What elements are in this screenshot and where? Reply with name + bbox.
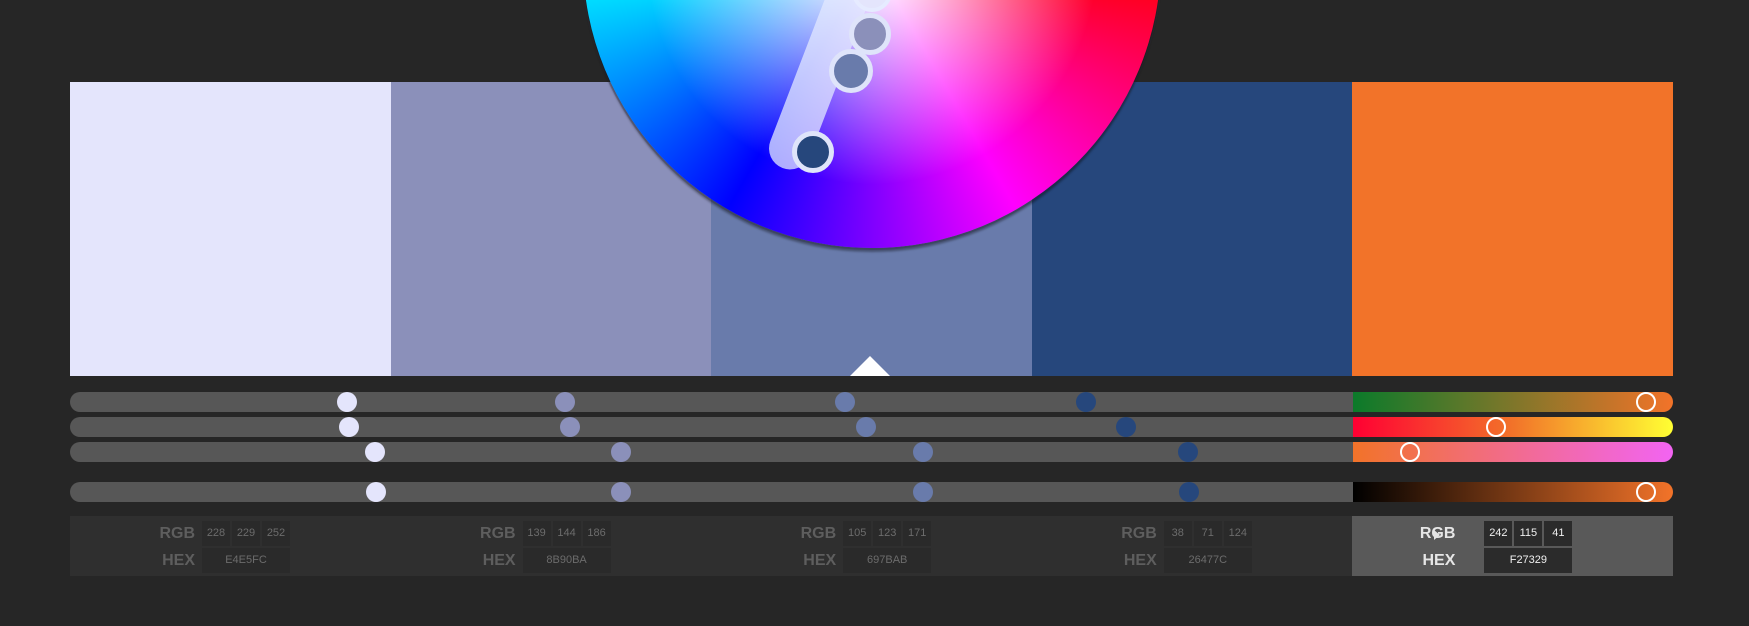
- rgb-label: RGB: [1121, 525, 1157, 542]
- slider-knob-3[interactable]: [913, 442, 933, 462]
- slider-knob-3[interactable]: [856, 417, 876, 437]
- slider-knob-4[interactable]: [1179, 482, 1199, 502]
- slider-knob-3[interactable]: [835, 392, 855, 412]
- color-values-2[interactable]: RGB 139 144 186 HEX 8B90BA: [391, 516, 712, 576]
- rgb-b-field[interactable]: 171: [903, 521, 932, 546]
- rgb-g-field[interactable]: 115: [1514, 521, 1543, 546]
- slider-knob-4[interactable]: [1076, 392, 1096, 412]
- slider-knob-4[interactable]: [1116, 417, 1136, 437]
- slider-knob-4[interactable]: [1178, 442, 1198, 462]
- slider-row-2[interactable]: [70, 417, 1673, 437]
- color-values-4[interactable]: RGB 38 71 124 HEX 26477C: [1032, 516, 1353, 576]
- slider-row-3[interactable]: [70, 442, 1673, 462]
- color-values-5[interactable]: RGB 242 115 41 HEX F27329: [1352, 516, 1673, 576]
- hex-label: HEX: [162, 552, 195, 569]
- slider-knob-5[interactable]: [1636, 482, 1656, 502]
- rgb-r-field[interactable]: 139: [522, 521, 551, 546]
- rgb-label: RGB: [800, 525, 837, 542]
- slider-track: [70, 482, 1353, 502]
- hex-field[interactable]: F27329: [1484, 548, 1573, 573]
- rgb-label: RGB: [159, 525, 195, 542]
- active-slider-track[interactable]: [1353, 417, 1673, 437]
- slider-knob-2[interactable]: [611, 482, 631, 502]
- slider-row-1[interactable]: [70, 392, 1673, 412]
- rgb-b-field[interactable]: 124: [1223, 521, 1252, 546]
- wheel-handle-4[interactable]: [792, 131, 834, 173]
- rgb-r-field[interactable]: 38: [1163, 521, 1192, 546]
- color-values-3[interactable]: RGB 105 123 171 HEX 697BAB: [711, 516, 1032, 576]
- rgb-b-field[interactable]: 252: [262, 521, 290, 546]
- rgb-g-field[interactable]: 144: [552, 521, 581, 546]
- rgb-b-field[interactable]: 41: [1544, 521, 1573, 546]
- rgb-r-field[interactable]: 105: [843, 521, 872, 546]
- base-color-pointer: [850, 356, 890, 376]
- rgb-g-field[interactable]: 71: [1193, 521, 1222, 546]
- swatch-5[interactable]: [1352, 82, 1673, 376]
- slider-knob-1[interactable]: [365, 442, 385, 462]
- rgb-b-field[interactable]: 186: [582, 521, 611, 546]
- hex-field[interactable]: E4E5FC: [202, 548, 290, 573]
- swatch-1[interactable]: [70, 82, 391, 376]
- active-slider-track[interactable]: [1353, 482, 1673, 502]
- slider-knob-2[interactable]: [560, 417, 580, 437]
- color-values-1[interactable]: RGB 228 229 252 HEX E4E5FC: [70, 516, 391, 576]
- slider-knob-1[interactable]: [366, 482, 386, 502]
- slider-knob-3[interactable]: [913, 482, 933, 502]
- slider-knob-5[interactable]: [1400, 442, 1420, 462]
- slider-knob-1[interactable]: [337, 392, 357, 412]
- rgb-label: RGB: [1419, 525, 1456, 542]
- slider-knob-5[interactable]: [1636, 392, 1656, 412]
- slider-track: [70, 442, 1353, 462]
- rgb-r-field[interactable]: 228: [202, 521, 230, 546]
- rgb-g-field[interactable]: 123: [873, 521, 902, 546]
- slider-track: [70, 392, 1353, 412]
- slider-row-4[interactable]: [70, 482, 1673, 502]
- hex-label: HEX: [1422, 552, 1456, 569]
- slider-track: [70, 417, 1353, 437]
- hex-label: HEX: [803, 552, 837, 569]
- rgb-label: RGB: [480, 525, 516, 542]
- slider-knob-5[interactable]: [1486, 417, 1506, 437]
- hex-field[interactable]: 26477C: [1163, 548, 1252, 573]
- hex-field[interactable]: 697BAB: [843, 548, 932, 573]
- color-values-panel: RGB 228 229 252 HEX E4E5FC RGB 139 144 1…: [70, 516, 1673, 576]
- hex-label: HEX: [482, 552, 516, 569]
- slider-knob-2[interactable]: [555, 392, 575, 412]
- rgb-g-field[interactable]: 229: [232, 521, 260, 546]
- rgb-r-field[interactable]: 242: [1484, 521, 1513, 546]
- color-mode-caret-icon[interactable]: [1434, 530, 1440, 540]
- active-slider-track[interactable]: [1353, 392, 1673, 412]
- slider-knob-1[interactable]: [339, 417, 359, 437]
- slider-knob-2[interactable]: [611, 442, 631, 462]
- hex-field[interactable]: 8B90BA: [522, 548, 611, 573]
- wheel-handle-3[interactable]: [829, 49, 873, 93]
- hex-label: HEX: [1123, 552, 1157, 569]
